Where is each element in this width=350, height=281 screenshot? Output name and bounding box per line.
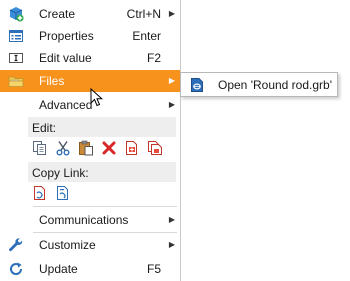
submenu-arrow-icon: ▶ <box>168 215 175 224</box>
grb-file-icon <box>191 78 203 92</box>
edit-section-header: Edit: <box>28 117 176 137</box>
menu-item-shortcut: F5 <box>146 262 161 276</box>
paste-icon[interactable] <box>78 140 94 156</box>
menu-item-label: Communications <box>39 213 129 227</box>
submenu-item-label: Open 'Round rod.grb' <box>218 78 332 92</box>
submenu-arrow-icon: ▶ <box>168 9 175 18</box>
delete-icon[interactable] <box>101 140 117 156</box>
wrench-icon <box>9 238 23 252</box>
submenu-arrow-icon: ▶ <box>168 100 175 109</box>
menu-item-label: Edit value <box>39 51 92 65</box>
copy-icon[interactable] <box>32 140 48 156</box>
menu-item-create[interactable]: Create Ctrl+N ▶ <box>0 3 180 25</box>
copy-link-section-header: Copy Link: <box>28 162 176 182</box>
files-submenu: Open 'Round rod.grb' <box>180 72 338 97</box>
menu-item-label: Properties <box>39 29 94 43</box>
menu-item-customize[interactable]: Customize ▶ <box>0 234 180 256</box>
menu-item-label: Files <box>39 74 65 88</box>
folder-icon <box>8 76 24 87</box>
menu-item-shortcut: Enter <box>132 29 161 43</box>
submenu-arrow-icon: ▶ <box>168 76 175 85</box>
mouse-cursor-icon <box>90 88 104 107</box>
menu-item-label: Advanced <box>39 98 93 112</box>
edit-section-label: Edit: <box>32 121 57 135</box>
create-icon <box>9 7 24 22</box>
paste-special-icon[interactable] <box>124 140 140 156</box>
menu-item-shortcut: Ctrl+N <box>126 7 161 21</box>
properties-icon <box>9 30 23 42</box>
menu-item-properties[interactable]: Properties Enter <box>0 25 180 47</box>
edit-value-icon <box>9 53 23 63</box>
menu-item-update[interactable]: Update F5 <box>0 258 180 280</box>
copy-link-section-label: Copy Link: <box>32 166 89 180</box>
context-menu: Create Ctrl+N ▶ Properties Enter Edit va… <box>0 0 181 281</box>
menu-item-label: Create <box>39 7 76 21</box>
menu-separator <box>33 232 177 233</box>
copy-link-text-icon[interactable] <box>55 185 71 201</box>
menu-item-communications[interactable]: Communications ▶ <box>0 209 180 231</box>
submenu-item-open-file[interactable]: Open 'Round rod.grb' <box>181 73 337 96</box>
cut-icon[interactable] <box>55 140 71 156</box>
refresh-icon <box>10 262 23 275</box>
submenu-arrow-icon: ▶ <box>168 240 175 249</box>
duplicate-icon[interactable] <box>147 140 163 156</box>
menu-item-shortcut: F2 <box>146 51 161 65</box>
menu-separator <box>33 206 177 207</box>
menu-item-label: Customize <box>39 238 96 252</box>
menu-item-edit-value[interactable]: Edit value F2 <box>0 47 180 69</box>
copy-link-icon[interactable] <box>32 185 48 201</box>
menu-item-label: Update <box>39 262 78 276</box>
